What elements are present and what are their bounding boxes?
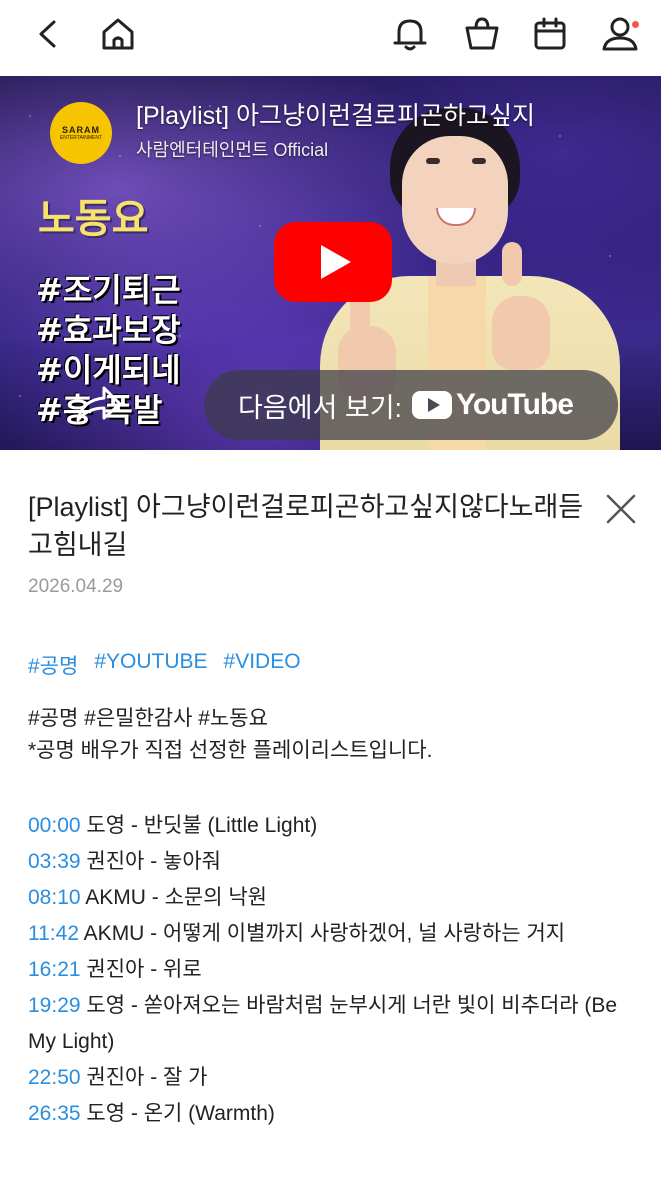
thumbnail-headline: 노동요 xyxy=(38,195,149,242)
track-title: AKMU - 소문의 낙원 xyxy=(80,886,268,909)
timestamp-link[interactable]: 26:35 xyxy=(28,1102,81,1125)
track-item: 08:10 AKMU - 소문의 낙원 xyxy=(28,880,648,916)
play-button[interactable] xyxy=(274,222,392,302)
timestamp-link[interactable]: 16:21 xyxy=(28,958,81,981)
thumbnail-hashtag: #효과보장 xyxy=(36,311,181,349)
description-hashtags: #공명 #은밀한감사 #노동요 xyxy=(28,707,268,730)
track-item: 22:50 권진아 - 잘 가 xyxy=(28,1060,648,1096)
back-arrow-icon[interactable] xyxy=(26,12,70,56)
track-title: 도영 - 반딧불 (Little Light) xyxy=(80,814,318,837)
shopping-bag-icon[interactable] xyxy=(460,12,504,56)
track-item: 00:00 도영 - 반딧불 (Little Light) xyxy=(28,808,648,844)
track-item: 19:29 도영 - 쏟아져오는 바람처럼 눈부시게 너란 빛이 비추더라 (B… xyxy=(28,988,648,1060)
track-title: 도영 - 온기 (Warmth) xyxy=(80,1102,275,1125)
top-navigation-bar xyxy=(0,0,661,76)
user-icon[interactable] xyxy=(598,12,642,56)
post-title: [Playlist] 아그냥이런걸로피곤하고싶지않다노래듣고힘내길 xyxy=(28,492,584,560)
thumbnail-hashtags: #조기퇴근 #효과보장 #이게되네 #흥 폭발 xyxy=(22,270,232,430)
video-channel-name[interactable]: 사람엔터테인먼트 Official xyxy=(136,136,328,162)
close-icon[interactable] xyxy=(600,488,642,530)
post-description: #공명 #은밀한감사 #노동요 *공명 배우가 직접 선정한 플레이리스트입니다… xyxy=(28,703,648,767)
thumbnail-hashtag: #흥 폭발 xyxy=(36,391,163,429)
play-icon xyxy=(321,245,351,279)
track-item: 16:21 권진아 - 위로 xyxy=(28,952,648,988)
track-title: 권진아 - 놓아줘 xyxy=(80,850,221,873)
timestamp-link[interactable]: 08:10 xyxy=(28,886,81,909)
share-arrow-icon[interactable] xyxy=(74,384,124,428)
tracklist: 00:00 도영 - 반딧불 (Little Light) 03:39 권진아 … xyxy=(28,808,648,1132)
track-title: 권진아 - 잘 가 xyxy=(80,1066,208,1089)
watch-on-youtube-button[interactable]: 다음에서 보기: YouTube xyxy=(204,370,618,440)
youtube-video-embed[interactable]: 노동요 #조기퇴근 #효과보장 #이게되네 #흥 폭발 SARAM ENTERT… xyxy=(0,76,661,450)
notification-dot xyxy=(632,21,639,28)
watch-on-label: 다음에서 보기: xyxy=(238,392,403,423)
track-title: AKMU - 어떻게 이별까지 사랑하겠어, 널 사랑하는 거지 xyxy=(79,922,566,945)
timestamp-link[interactable]: 03:39 xyxy=(28,850,81,873)
description-note: *공명 배우가 직접 선정한 플레이리스트입니다. xyxy=(28,739,433,762)
track-title: 도영 - 쏟아져오는 바람처럼 눈부시게 너란 빛이 비추더라 (Be My L… xyxy=(28,994,618,1053)
track-item: 26:35 도영 - 온기 (Warmth) xyxy=(28,1096,648,1132)
track-title: 권진아 - 위로 xyxy=(80,958,202,981)
tag-link[interactable]: #YOUTUBE xyxy=(94,650,207,680)
track-item: 11:42 AKMU - 어떻게 이별까지 사랑하겠어, 널 사랑하는 거지 xyxy=(28,916,648,952)
post-date: 2026.04.29 xyxy=(28,576,124,597)
calendar-icon[interactable] xyxy=(528,12,572,56)
timestamp-link[interactable]: 11:42 xyxy=(28,922,79,945)
track-item: 03:39 권진아 - 놓아줘 xyxy=(28,844,648,880)
video-title[interactable]: [Playlist] 아그냥이런걸로피곤하고싶지 xyxy=(136,96,661,132)
timestamp-link[interactable]: 22:50 xyxy=(28,1066,81,1089)
post-tags: #공명 #YOUTUBE #VIDEO xyxy=(28,650,301,680)
tag-link[interactable]: #VIDEO xyxy=(224,650,301,680)
channel-logo[interactable]: SARAM ENTERTAINMENT xyxy=(50,102,112,164)
timestamp-link[interactable]: 19:29 xyxy=(28,994,81,1017)
thumbnail-hashtag: #이게되네 xyxy=(36,351,181,389)
thumbnail-hashtag: #조기퇴근 xyxy=(36,271,181,309)
youtube-logo-icon: YouTube xyxy=(412,388,574,422)
bell-icon[interactable] xyxy=(388,12,432,56)
timestamp-link[interactable]: 00:00 xyxy=(28,814,81,837)
tag-link[interactable]: #공명 xyxy=(28,650,78,680)
home-icon[interactable] xyxy=(96,12,140,56)
